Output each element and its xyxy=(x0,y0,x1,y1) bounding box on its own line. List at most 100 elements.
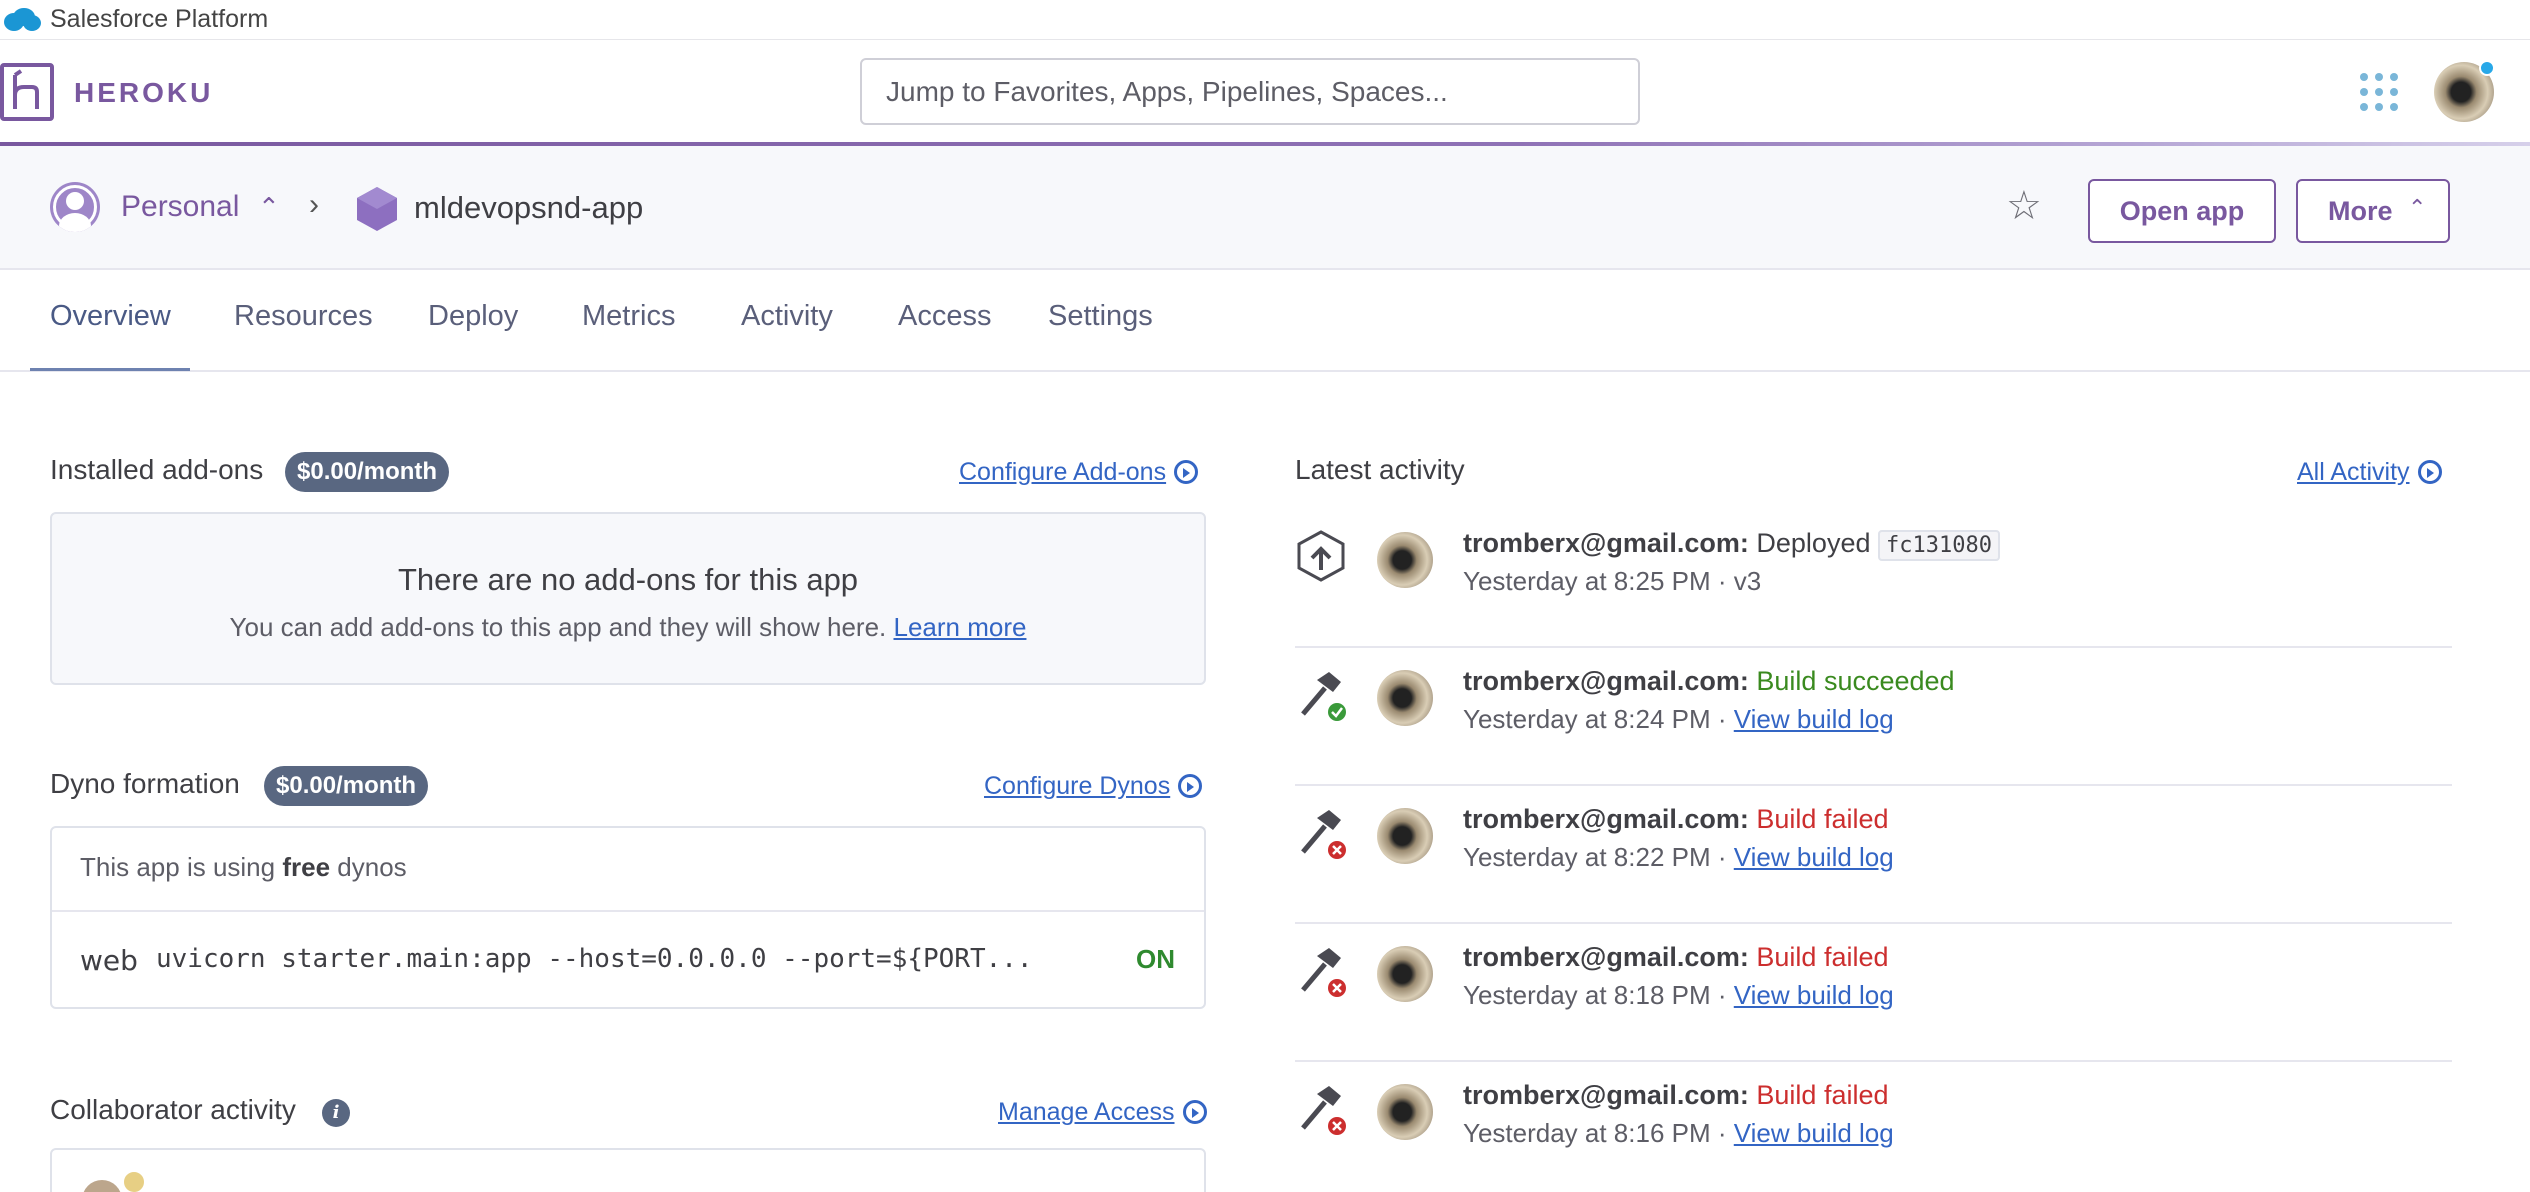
addons-empty-subtitle: You can add add-ons to this app and they… xyxy=(52,612,1204,643)
tab-resources[interactable]: Resources xyxy=(234,300,373,333)
latest-activity-title: Latest activity xyxy=(1295,454,1465,485)
more-chevron-icon: ⌃ xyxy=(2408,195,2427,220)
collaborator-avatar xyxy=(82,1180,122,1192)
app-name: mldevopsnd-app xyxy=(414,190,644,225)
app-bar: Personal ⌃ › mldevopsnd-app ☆ Open app M… xyxy=(0,146,2530,270)
learn-more-link[interactable]: Learn more xyxy=(893,612,1026,642)
tab-overview[interactable]: Overview xyxy=(50,300,171,333)
build-status: Build succeeded xyxy=(1756,666,1955,696)
dyno-plan-prefix: This app is using xyxy=(80,852,276,882)
open-app-button[interactable]: Open app xyxy=(2088,179,2276,243)
build-status: Build failed xyxy=(1756,804,1889,834)
dyno-formation-title: Dyno formation xyxy=(50,768,240,799)
salesforce-cloud-icon xyxy=(4,7,41,31)
tab-settings[interactable]: Settings xyxy=(1048,300,1153,333)
activity-item: tromberx@gmail.com: Deployed fc131080 Ye… xyxy=(1295,510,2452,648)
more-button[interactable]: More ⌃ xyxy=(2296,179,2450,243)
breadcrumb-chevron-icon: › xyxy=(309,188,319,221)
notification-dot xyxy=(2479,60,2495,76)
personal-team-icon[interactable] xyxy=(50,182,100,232)
tab-activity[interactable]: Activity xyxy=(741,300,833,333)
activity-time: Yesterday at 8:16 PM · xyxy=(1463,1118,1727,1148)
app-hexagon-icon xyxy=(357,187,397,231)
arrow-right-circle-icon xyxy=(1174,460,1199,484)
activity-user-avatar xyxy=(1377,946,1433,1002)
view-build-log-link[interactable]: View build log xyxy=(1734,842,1894,872)
activity-user-avatar xyxy=(1377,532,1433,588)
heroku-wordmark[interactable]: HEROKU xyxy=(74,77,213,109)
activity-user: tromberx@gmail.com: xyxy=(1463,1080,1749,1110)
owner-badge-icon xyxy=(122,1170,146,1192)
tab-deploy[interactable]: Deploy xyxy=(428,300,518,333)
activity-user: tromberx@gmail.com: xyxy=(1463,804,1749,834)
collaborator-activity-title: Collaborator activity xyxy=(50,1094,296,1125)
apps-grid-icon[interactable] xyxy=(2360,73,2398,111)
build-status: Build failed xyxy=(1756,1080,1889,1110)
activity-user: tromberx@gmail.com: xyxy=(1463,528,1749,558)
commit-hash: fc131080 xyxy=(1878,530,2000,561)
divider xyxy=(52,910,1204,912)
dyno-state-badge: ON xyxy=(1136,944,1175,974)
team-switcher-chevron-icon[interactable]: ⌃ xyxy=(258,190,280,224)
activity-summary: tromberx@gmail.com: Build failed xyxy=(1463,942,1889,973)
collaborator-panel xyxy=(50,1148,1206,1192)
addons-title: Installed add-ons xyxy=(50,454,264,485)
info-icon[interactable]: i xyxy=(322,1099,350,1127)
activity-summary: tromberx@gmail.com: Build failed xyxy=(1463,1080,1889,1111)
activity-time: Yesterday at 8:24 PM · xyxy=(1463,704,1727,734)
activity-action: Deployed xyxy=(1756,528,1871,558)
deploy-icon xyxy=(1297,530,1345,582)
activity-summary: tromberx@gmail.com: Deployed fc131080 xyxy=(1463,528,2000,561)
arrow-right-circle-icon xyxy=(1178,774,1203,798)
manage-access-link[interactable]: Manage Access xyxy=(998,1098,1207,1127)
favorite-star-icon[interactable]: ☆ xyxy=(2006,186,2042,226)
tab-access[interactable]: Access xyxy=(898,300,991,333)
arrow-right-circle-icon xyxy=(1182,1100,1207,1124)
configure-dynos-link[interactable]: Configure Dynos xyxy=(984,772,1203,801)
view-build-log-link[interactable]: View build log xyxy=(1734,704,1894,734)
activity-time: Yesterday at 8:22 PM · xyxy=(1463,842,1727,872)
dyno-formation-panel: This app is using free dynos web uvicorn… xyxy=(50,826,1206,1009)
global-search-input[interactable] xyxy=(860,58,1640,125)
activity-user: tromberx@gmail.com: xyxy=(1463,942,1749,972)
build-failed-icon xyxy=(1301,948,1346,997)
dyno-process-command: uvicorn starter.main:app --host=0.0.0.0 … xyxy=(156,944,1033,974)
activity-time: Yesterday at 8:18 PM · xyxy=(1463,980,1727,1010)
activity-user-avatar xyxy=(1377,1084,1433,1140)
activity-meta: Yesterday at 8:18 PM · View build log xyxy=(1463,980,1894,1011)
view-build-log-link[interactable]: View build log xyxy=(1734,980,1894,1010)
activity-user-avatar xyxy=(1377,808,1433,864)
active-tab-indicator xyxy=(30,368,190,371)
heroku-logo-icon[interactable] xyxy=(0,63,54,121)
build-failed-icon xyxy=(1301,810,1346,859)
dyno-process-type: web xyxy=(80,944,138,977)
dynos-price-badge: $0.00/month xyxy=(264,766,429,806)
activity-item: tromberx@gmail.com: Build failed Yesterd… xyxy=(1295,786,2452,924)
more-button-label: More xyxy=(2328,195,2393,226)
activity-meta: Yesterday at 8:25 PM · v3 xyxy=(1463,566,1762,596)
addons-empty-title: There are no add-ons for this app xyxy=(397,562,859,597)
build-status: Build failed xyxy=(1756,942,1889,972)
tab-metrics[interactable]: Metrics xyxy=(582,300,675,333)
configure-addons-link[interactable]: Configure Add-ons xyxy=(959,458,1199,487)
activity-item: tromberx@gmail.com: Build succeeded Yest… xyxy=(1295,648,2452,786)
team-switcher-label[interactable]: Personal xyxy=(121,190,239,224)
build-failed-icon xyxy=(1301,1086,1346,1135)
activity-meta: Yesterday at 8:16 PM · View build log xyxy=(1463,1118,1894,1149)
addons-empty-state: There are no add-ons for this app You ca… xyxy=(50,512,1206,685)
activity-meta: Yesterday at 8:22 PM · View build log xyxy=(1463,842,1894,873)
addons-price-badge: $0.00/month xyxy=(285,452,450,492)
all-activity-label: All Activity xyxy=(2297,458,2410,486)
activity-user-avatar xyxy=(1377,670,1433,726)
all-activity-link[interactable]: All Activity xyxy=(2297,458,2442,487)
dyno-plan-type: free xyxy=(282,852,331,882)
activity-user: tromberx@gmail.com: xyxy=(1463,666,1749,696)
heroku-header: HEROKU xyxy=(0,41,2530,146)
manage-access-label: Manage Access xyxy=(998,1098,1175,1126)
dyno-plan-text: This app is using free dynos xyxy=(80,852,407,883)
dyno-plan-suffix: dynos xyxy=(337,852,407,882)
activity-item: tromberx@gmail.com: Build failed Yesterd… xyxy=(1295,924,2452,1062)
app-tabs: Overview Resources Deploy Metrics Activi… xyxy=(0,272,2530,372)
view-build-log-link[interactable]: View build log xyxy=(1734,1118,1894,1148)
salesforce-title: Salesforce Platform xyxy=(50,5,269,33)
